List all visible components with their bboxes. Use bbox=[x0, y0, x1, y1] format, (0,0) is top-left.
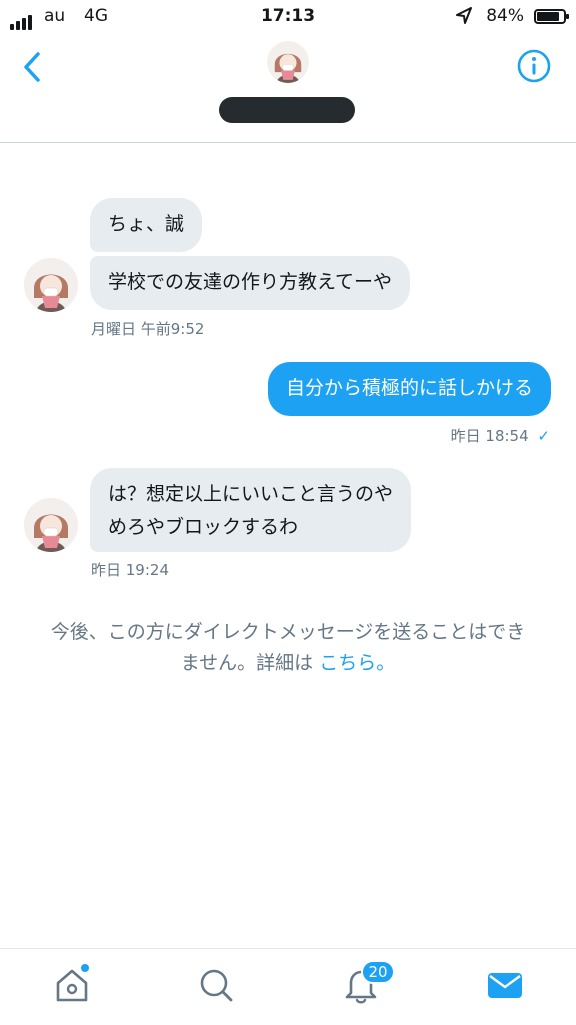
conversation-header bbox=[0, 34, 576, 143]
info-icon[interactable] bbox=[516, 48, 552, 84]
battery-icon bbox=[534, 9, 569, 24]
sender-avatar[interactable] bbox=[24, 498, 78, 552]
notice-line-1: 今後、この方にダイレクトメッセージを送ることはでき bbox=[50, 621, 526, 643]
notice-line-2: ません。詳細は こちら。 bbox=[0, 648, 576, 679]
incoming-message[interactable]: は？想定以上にいいこと言うのや めろやブロックするわ bbox=[90, 468, 412, 552]
message-text-line: は？想定以上にいいこと言うのや bbox=[108, 483, 394, 505]
learn-more-link[interactable]: こちら。 bbox=[319, 652, 395, 674]
notifications-badge: 20 bbox=[361, 960, 395, 984]
status-bar: au 4G 17:13 84% bbox=[0, 0, 576, 34]
message-timestamp: 昨日 19:24 bbox=[91, 561, 169, 579]
battery-percent: 84% bbox=[486, 6, 524, 26]
read-check-icon: ✓ bbox=[537, 427, 550, 445]
messages-icon[interactable] bbox=[485, 965, 525, 1005]
message-timestamp: 昨日 18:54 ✓ bbox=[451, 425, 550, 446]
message-text-line: めろやブロックするわ bbox=[108, 516, 299, 538]
location-arrow-icon bbox=[456, 7, 472, 24]
blocked-notice: 今後、この方にダイレクトメッセージを送ることはでき ません。詳細は こちら。 bbox=[0, 617, 576, 679]
header-avatar[interactable] bbox=[267, 41, 309, 83]
tab-bar: 20 bbox=[0, 948, 576, 1025]
timestamp-text: 昨日 18:54 bbox=[450, 427, 529, 445]
outgoing-message[interactable]: 自分から積極的に話しかける bbox=[267, 362, 551, 416]
notice-text: ません。詳細は bbox=[180, 652, 314, 674]
username-redacted bbox=[219, 97, 355, 123]
incoming-message[interactable]: ちょ、誠 bbox=[90, 198, 203, 252]
message-timestamp: 月曜日 午前9:52 bbox=[91, 320, 205, 338]
home-new-dot bbox=[81, 964, 89, 972]
message-text: 自分から積極的に話しかける bbox=[285, 377, 533, 399]
incoming-message[interactable]: 学校での友達の作り方教えてーや bbox=[90, 256, 411, 310]
sender-avatar[interactable] bbox=[24, 258, 78, 312]
back-chevron-icon[interactable] bbox=[20, 50, 44, 84]
search-icon[interactable] bbox=[196, 965, 236, 1005]
message-text: ちょ、誠 bbox=[108, 213, 185, 235]
message-text: 学校での友達の作り方教えてーや bbox=[108, 271, 393, 293]
